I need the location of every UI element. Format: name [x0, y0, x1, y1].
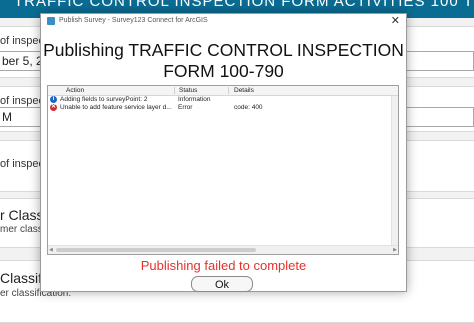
column-header-status[interactable]: Status — [179, 86, 197, 95]
error-icon: ✕ — [50, 104, 57, 111]
survey123-app-icon — [47, 17, 55, 25]
column-separator[interactable] — [174, 87, 175, 94]
log-action: Adding fields to surveyPoint: 2 — [60, 96, 148, 103]
vertical-scrollbar[interactable] — [391, 96, 398, 246]
heading-line-1: Publishing TRAFFIC CONTROL INSPECTION — [43, 40, 404, 60]
log-table-header: Action Status Details — [48, 86, 398, 96]
log-row[interactable]: i Adding fields to surveyPoint: 2 Inform… — [48, 96, 398, 104]
publishing-heading: Publishing TRAFFIC CONTROL INSPECTION FO… — [41, 40, 406, 82]
log-status: Error — [178, 104, 193, 111]
form-title: TRAFFIC CONTROL INSPECTION FORM ACTIVITI… — [14, 0, 474, 10]
log-action: Unable to add feature service layer d... — [60, 104, 172, 111]
log-row[interactable]: ✕ Unable to add feature service layer d.… — [48, 104, 398, 112]
close-icon[interactable]: ✕ — [391, 14, 400, 28]
scroll-left-icon[interactable]: ◀ — [49, 247, 53, 253]
heading-line-2: FORM 100-790 — [163, 61, 284, 81]
scroll-right-icon[interactable]: ▶ — [393, 247, 397, 253]
publish-status-message: Publishing failed to complete — [140, 258, 307, 273]
log-status: Information — [178, 96, 211, 103]
column-separator[interactable] — [228, 87, 229, 94]
info-icon: i — [50, 96, 57, 103]
publish-survey-dialog: Publish Survey - Survey123 Connect for A… — [40, 13, 407, 292]
dialog-title-bar: Publish Survey - Survey123 Connect for A… — [41, 14, 406, 28]
scrollbar-thumb[interactable] — [56, 248, 256, 252]
horizontal-scrollbar[interactable]: ◀ ▶ — [48, 245, 398, 254]
dialog-title: Publish Survey - Survey123 Connect for A… — [59, 17, 208, 24]
log-details: code: 400 — [234, 104, 263, 111]
publish-log-table: Action Status Details i Adding fields to… — [47, 85, 399, 255]
ok-button[interactable]: Ok — [191, 276, 253, 292]
column-header-action[interactable]: Action — [66, 86, 84, 95]
column-header-details[interactable]: Details — [234, 86, 254, 95]
